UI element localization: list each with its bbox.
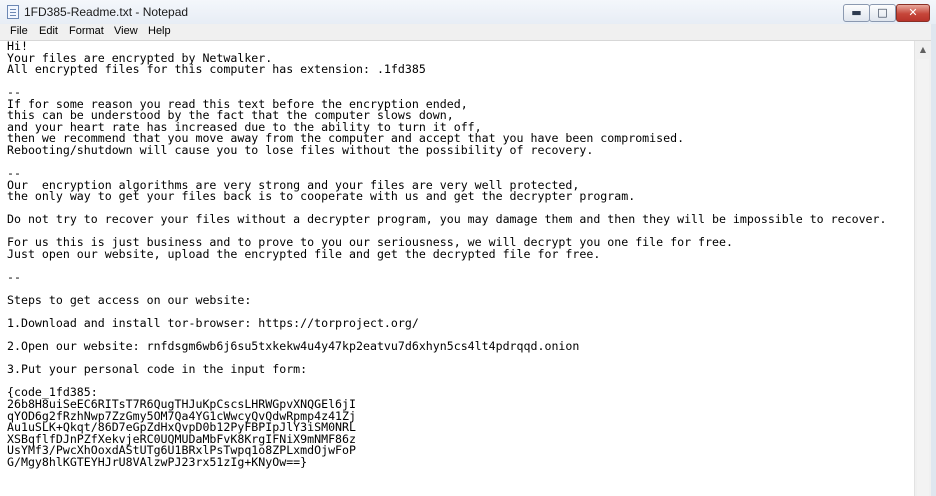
minimize-button[interactable]: ▬: [843, 4, 870, 22]
scroll-up-arrow-icon[interactable]: ▲: [915, 41, 931, 58]
close-button[interactable]: ✕: [896, 4, 930, 22]
menu-bar: File Edit Format View Help: [0, 24, 936, 41]
menu-help[interactable]: Help: [148, 25, 171, 37]
title-bar[interactable]: 1FD385-Readme.txt - Notepad ▬ □ ✕: [0, 0, 936, 24]
menu-view[interactable]: View: [114, 25, 138, 37]
text-editor[interactable]: Hi! Your files are encrypted by Netwalke…: [1, 41, 914, 496]
window-title: 1FD385-Readme.txt - Notepad: [24, 5, 189, 19]
menu-file[interactable]: File: [10, 25, 28, 37]
vertical-scrollbar[interactable]: ▲: [914, 41, 931, 496]
scroll-track[interactable]: [917, 59, 929, 496]
notepad-icon: [7, 5, 19, 19]
maximize-button[interactable]: □: [869, 4, 896, 22]
document-text[interactable]: Hi! Your files are encrypted by Netwalke…: [7, 41, 886, 468]
menu-format[interactable]: Format: [69, 25, 104, 37]
window-frame-edge: [931, 24, 936, 496]
menu-edit[interactable]: Edit: [39, 25, 58, 37]
